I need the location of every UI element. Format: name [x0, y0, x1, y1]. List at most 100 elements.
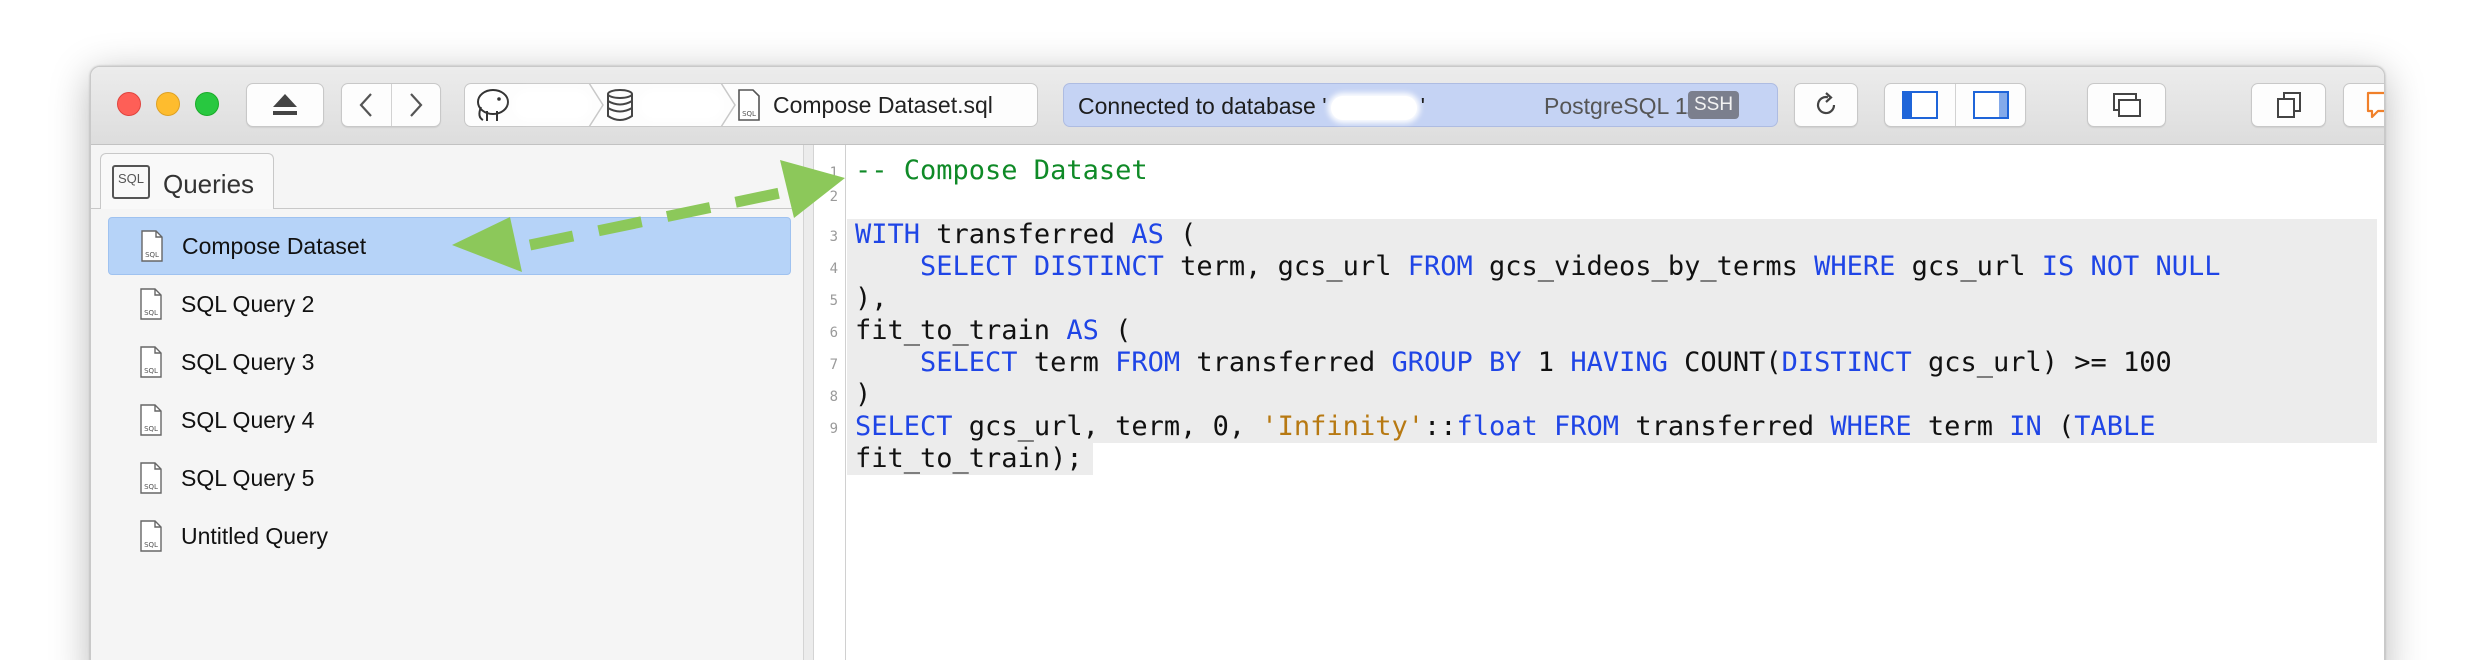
code-token: WHERE [1814, 251, 1896, 282]
duplicate-button[interactable] [2251, 83, 2326, 127]
code-token: ( [2041, 411, 2075, 442]
code-token: gcs_url) >= 100 [1911, 347, 2172, 378]
breadcrumb-separator [588, 83, 604, 127]
code-token: float [1456, 411, 1538, 442]
code-token: :: [1423, 411, 1457, 442]
postgres-elephant-icon [477, 89, 509, 121]
code-token: FROM [1407, 251, 1473, 282]
left-sidebar-icon [1902, 91, 1938, 119]
line-number: 1 [829, 165, 838, 181]
sql-file-icon: SQL [141, 230, 163, 262]
code-token: AS [1131, 219, 1164, 250]
code-line[interactable]: ), [855, 283, 888, 314]
feedback-button[interactable] [2343, 83, 2384, 127]
query-item-label: SQL Query 3 [181, 348, 315, 375]
code-token: IN [2009, 411, 2042, 442]
code-token: TABLE [2074, 411, 2156, 442]
query-item-sql-query-5[interactable]: SQL SQL Query 5 [108, 449, 791, 507]
code-token: FROM [1115, 347, 1181, 378]
redacted-server-name [517, 94, 587, 116]
code-token: ( [1098, 315, 1132, 346]
new-window-button[interactable] [2087, 83, 2166, 127]
svg-text:SQL: SQL [742, 110, 756, 118]
tab-queries[interactable]: SQL Queries [100, 153, 274, 209]
eject-button[interactable] [246, 83, 324, 127]
sql-icon: SQL [112, 164, 150, 199]
breadcrumb-database[interactable] [605, 84, 719, 126]
copy-icon [2276, 92, 2301, 118]
line-number: 3 [829, 229, 838, 245]
code-line[interactable]: fit_to_train AS ( [855, 315, 1131, 346]
pane-splitter[interactable] [804, 145, 814, 660]
code-token: term, gcs_url [1163, 251, 1408, 282]
database-icon [607, 89, 633, 121]
svg-text:SQL: SQL [145, 251, 159, 259]
query-item-label: SQL Query 5 [181, 464, 315, 491]
svg-text:SQL: SQL [144, 367, 158, 375]
code-line[interactable]: -- Compose Dataset [855, 155, 1148, 186]
code-token: term [1017, 347, 1116, 378]
code-token: SELECT [920, 347, 1018, 378]
code-token: GROUP BY [1391, 347, 1522, 378]
line-number: 5 [829, 293, 838, 309]
breadcrumb-file-label: Compose Dataset.sql [773, 91, 993, 118]
code-token: term [1911, 411, 2010, 442]
minimize-window-button[interactable] [156, 92, 180, 116]
code-line[interactable]: SELECT term FROM transferred GROUP BY 1 … [855, 347, 2172, 378]
nav-buttons [341, 83, 441, 127]
status-suffix: ' [1420, 93, 1426, 119]
sql-file-icon: SQL [140, 462, 162, 494]
zoom-window-button[interactable] [195, 92, 219, 116]
ssh-badge: SSH [1688, 91, 1740, 119]
toggle-left-pane-button[interactable] [1885, 84, 1955, 126]
code-token: 'Infinity' [1261, 411, 1424, 442]
chevron-right-icon [410, 93, 423, 117]
sql-editor[interactable]: 1 2 3 4 5 6 7 8 9 -- Compose Dataset WIT… [815, 145, 2384, 660]
forward-button[interactable] [390, 84, 440, 126]
line-number: 6 [829, 325, 838, 341]
sql-file-icon: SQL [140, 288, 162, 320]
toolbar: SQL Compose Dataset.sql Connected to dat… [91, 67, 2384, 145]
svg-text:SQL: SQL [144, 483, 158, 491]
svg-text:SQL: SQL [144, 309, 158, 317]
close-window-button[interactable] [117, 92, 141, 116]
code-line[interactable]: fit_to_train); [855, 443, 1083, 474]
code-line[interactable]: SELECT DISTINCT term, gcs_url FROM gcs_v… [855, 251, 2221, 282]
code-token: transferred [1619, 411, 1831, 442]
line-number: 7 [829, 357, 838, 373]
query-item-sql-query-4[interactable]: SQL SQL Query 4 [108, 391, 791, 449]
connection-status-text: Connected to database ' ' [1078, 93, 1425, 120]
breadcrumb-separator [720, 83, 736, 127]
breadcrumb-file[interactable]: SQL Compose Dataset.sql [737, 84, 993, 126]
code-token: gcs_videos_by_terms [1472, 251, 1815, 282]
query-item-sql-query-3[interactable]: SQL SQL Query 3 [108, 333, 791, 391]
code-token: transferred [920, 219, 1132, 250]
line-number: 2 [829, 189, 838, 205]
query-item-untitled-query[interactable]: SQL Untitled Query [108, 507, 791, 565]
sql-file-icon: SQL [738, 89, 760, 121]
app-window: SQL Compose Dataset.sql Connected to dat… [90, 66, 2385, 660]
line-number-gutter: 1 2 3 4 5 6 7 8 9 [815, 145, 846, 660]
code-token: gcs_url, term, 0, [952, 411, 1262, 442]
code-line[interactable]: SELECT gcs_url, term, 0, 'Infinity'::flo… [855, 411, 2156, 442]
back-button[interactable] [342, 84, 391, 126]
code-token: ) [855, 379, 872, 410]
breadcrumb-server[interactable] [465, 84, 587, 126]
code-token: -- Compose Dataset [855, 155, 1148, 186]
code-token: WITH [855, 219, 921, 250]
code-token: 1 [1521, 347, 1571, 378]
code-token: DISTINCT [1781, 347, 1912, 378]
code-token: HAVING [1570, 347, 1668, 378]
redacted-database-name [643, 94, 719, 116]
windows-icon [2112, 93, 2141, 117]
refresh-button[interactable] [1794, 83, 1858, 127]
code-line[interactable]: ) [855, 379, 871, 410]
query-item-sql-query-2[interactable]: SQL SQL Query 2 [108, 275, 791, 333]
query-item-label: Compose Dataset [182, 232, 367, 259]
query-item-compose-dataset[interactable]: SQL Compose Dataset [108, 217, 791, 275]
toggle-right-pane-button[interactable] [1955, 84, 2025, 126]
code-line[interactable]: WITH transferred AS ( [855, 219, 1196, 250]
